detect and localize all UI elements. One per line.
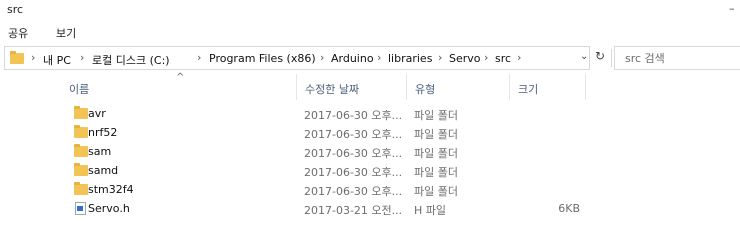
breadcrumb-separator-icon[interactable]: ›: [197, 51, 201, 64]
minimize-button[interactable]: –: [729, 2, 735, 15]
breadcrumb-this-pc[interactable]: 내 PC: [43, 52, 71, 68]
item-name: stm32f4: [88, 183, 134, 196]
item-name: sam: [88, 145, 112, 158]
title-bar: src –: [0, 0, 740, 22]
column-header-type[interactable]: 유형: [407, 74, 510, 100]
folder-icon: [74, 182, 88, 195]
breadcrumb-src[interactable]: src: [495, 52, 511, 65]
item-type: H 파일: [414, 204, 447, 217]
list-item[interactable]: nrf52 2017-06-30 오후... 파일 폴더: [68, 123, 740, 142]
tab-view[interactable]: 보기: [56, 25, 76, 41]
breadcrumb-separator-icon[interactable]: ›: [484, 51, 488, 64]
divider: [611, 49, 612, 67]
column-header-label: 유형: [415, 83, 436, 96]
item-size: 6KB: [558, 202, 580, 215]
folder-icon: [74, 125, 88, 138]
h-file-icon: [75, 202, 86, 215]
item-date: 2017-06-30 오후...: [304, 166, 403, 179]
breadcrumb-separator-icon[interactable]: ›: [377, 51, 381, 64]
item-date: 2017-06-30 오후...: [304, 147, 403, 160]
breadcrumb-separator-icon[interactable]: ›: [31, 51, 35, 64]
breadcrumb-separator-icon[interactable]: ›: [80, 51, 84, 64]
item-name: avr: [88, 107, 106, 120]
window-title: src: [7, 3, 24, 16]
breadcrumb-separator-icon[interactable]: ›: [438, 51, 442, 64]
item-name: nrf52: [88, 126, 118, 139]
list-item[interactable]: avr 2017-06-30 오후... 파일 폴더: [68, 104, 740, 123]
chevron-down-icon[interactable]: ⌄: [580, 51, 588, 62]
breadcrumb-separator-icon[interactable]: ›: [320, 51, 324, 64]
item-date: 2017-06-30 오후...: [304, 185, 403, 198]
ribbon-tabs: 공유 보기: [0, 22, 740, 43]
item-name: Servo.h: [88, 202, 130, 215]
folder-icon: [74, 163, 88, 176]
item-type: 파일 폴더: [414, 185, 458, 198]
item-date: 2017-03-21 오전...: [304, 204, 403, 217]
column-header-name[interactable]: 이름: [61, 74, 297, 100]
item-type: 파일 폴더: [414, 128, 458, 141]
item-name: samd: [88, 164, 119, 177]
folder-icon: [74, 106, 88, 119]
list-item[interactable]: stm32f4 2017-06-30 오후... 파일 폴더: [68, 180, 740, 199]
address-bar[interactable]: › 내 PC › 로컬 디스크 (C:) › Program Files (x8…: [4, 46, 590, 70]
folder-icon: [74, 144, 88, 157]
item-type: 파일 폴더: [414, 109, 458, 122]
list-item[interactable]: samd 2017-06-30 오후... 파일 폴더: [68, 161, 740, 180]
refresh-icon[interactable]: ↻: [592, 49, 608, 67]
tab-share[interactable]: 공유: [8, 25, 28, 41]
column-header-size[interactable]: 크기: [510, 74, 586, 100]
item-date: 2017-06-30 오후...: [304, 128, 403, 141]
breadcrumb-arduino[interactable]: Arduino: [331, 52, 374, 65]
search-input[interactable]: [625, 48, 735, 68]
list-item[interactable]: Servo.h 2017-03-21 오전... H 파일 6KB: [68, 199, 740, 218]
column-header-label: 이름: [69, 83, 90, 96]
column-header-row: ^ 이름 수정한 날짜 유형 크기: [0, 72, 740, 100]
address-row: › 내 PC › 로컬 디스크 (C:) › Program Files (x8…: [0, 46, 740, 72]
item-type: 파일 폴더: [414, 166, 458, 179]
folder-icon: [10, 51, 24, 64]
column-header-label: 수정한 날짜: [305, 83, 360, 96]
breadcrumb-libraries[interactable]: libraries: [388, 52, 432, 65]
item-type: 파일 폴더: [414, 147, 458, 160]
breadcrumb-program-files[interactable]: Program Files (x86): [209, 52, 316, 65]
column-header-label: 크기: [518, 83, 539, 96]
breadcrumb-local-disk[interactable]: 로컬 디스크 (C:): [92, 52, 170, 68]
breadcrumb-separator-icon[interactable]: ›: [517, 51, 521, 64]
column-header-date[interactable]: 수정한 날짜: [297, 74, 407, 100]
breadcrumb-servo[interactable]: Servo: [449, 52, 481, 65]
search-box: [614, 46, 740, 70]
item-date: 2017-06-30 오후...: [304, 109, 403, 122]
list-item[interactable]: sam 2017-06-30 오후... 파일 폴더: [68, 142, 740, 161]
